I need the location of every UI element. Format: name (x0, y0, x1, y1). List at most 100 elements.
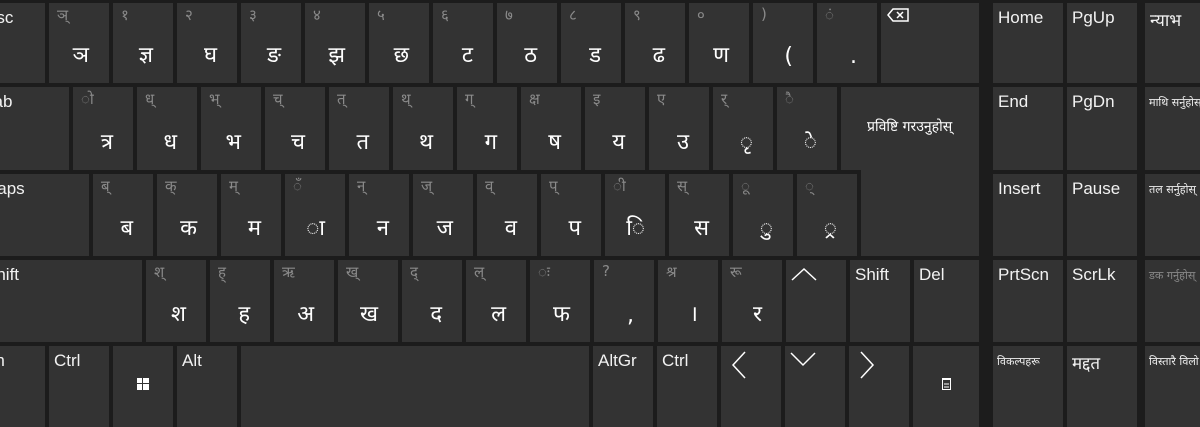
fade_slow-key[interactable]: विस्तारै विलो (1145, 346, 1200, 427)
key-row2-10[interactable]: र्ृ (713, 87, 773, 170)
insert-key[interactable]: Insert (993, 174, 1063, 256)
options-key[interactable]: विकल्पहरू (993, 346, 1063, 427)
move_down-key[interactable]: तल सर्नुहोस् (1145, 174, 1200, 256)
scrlk-key[interactable]: ScrLk (1067, 260, 1137, 342)
key-row3-11[interactable]: ््र (797, 174, 857, 256)
menu-key[interactable] (913, 346, 979, 427)
key-row4-9[interactable]: रू र (722, 260, 782, 342)
key-row3-6[interactable]: व् व (477, 174, 537, 256)
tab-key[interactable]: Tab (0, 87, 69, 170)
key-row1-10[interactable]: ०ण (689, 3, 749, 83)
key-row2-8[interactable]: इय (585, 87, 645, 170)
character: ण (713, 43, 729, 68)
character: च (291, 130, 305, 155)
key-row4-7[interactable]: ?, (594, 260, 654, 342)
key-row4-8[interactable]: श्र । (658, 260, 718, 342)
altgr-key[interactable]: AltGr (593, 346, 653, 427)
shift-character: ८ (569, 6, 577, 24)
arrow-left-key[interactable] (721, 346, 781, 427)
key-row1-2[interactable]: २घ (177, 3, 237, 83)
pgup-key[interactable]: PgUp (1067, 3, 1137, 83)
key-row2-9[interactable]: एउ (649, 87, 709, 170)
space-key[interactable] (241, 346, 589, 427)
dock-key[interactable]: डक गर्नुहोस् (1145, 260, 1200, 342)
key-row1-8[interactable]: ८ड (561, 3, 621, 83)
key-row4-4[interactable]: द् द (402, 260, 462, 342)
enter-key-lower[interactable] (861, 168, 979, 256)
shift-character: ू (741, 177, 750, 195)
key-row3-1[interactable]: क् क (157, 174, 217, 256)
caps-key[interactable]: Caps (0, 174, 89, 256)
shift-character: रू (730, 263, 742, 281)
key-row3-9[interactable]: स् स (669, 174, 729, 256)
fade-key[interactable]: न्याभ (1145, 3, 1200, 83)
key-row3-3[interactable]: ँा (285, 174, 345, 256)
key-row2-7[interactable]: क्ष ष (521, 87, 581, 170)
character: , (627, 303, 634, 328)
move_up-key[interactable]: माथि सर्नुहोस् (1145, 87, 1200, 170)
key-row2-4[interactable]: त् त (329, 87, 389, 170)
key-row1-1[interactable]: १ ज्ञ (113, 3, 173, 83)
shift-character: ऋ (282, 263, 295, 281)
key-row3-2[interactable]: म् म (221, 174, 281, 256)
key-row1-12[interactable]: ं. (817, 3, 877, 83)
arrow-right-key[interactable] (849, 346, 909, 427)
key-row4-1[interactable]: ह् ह (210, 260, 270, 342)
key-row1-0[interactable]: ञ् ञ (49, 3, 109, 83)
shift-character: इ (593, 90, 601, 108)
key-row4-2[interactable]: ऋअ (274, 260, 334, 342)
key-row1-6[interactable]: ६ट (433, 3, 493, 83)
alt-key-label: Alt (182, 351, 202, 370)
key-row3-10[interactable]: ूु (733, 174, 793, 256)
key-row2-1[interactable]: ध् ध (137, 87, 197, 170)
key-row2-5[interactable]: थ् थ (393, 87, 453, 170)
fn-key[interactable]: Fn (0, 346, 45, 427)
character: ज (436, 216, 453, 241)
key-row3-8[interactable]: ीि (605, 174, 665, 256)
key-row3-0[interactable]: ब् ब (93, 174, 153, 256)
key-row4-6[interactable]: ः फ (530, 260, 590, 342)
arrow-down-key[interactable] (785, 346, 845, 427)
key-row1-7[interactable]: ७ठ (497, 3, 557, 83)
alt-key[interactable]: Alt (177, 346, 237, 427)
esc-key[interactable]: Esc (0, 3, 45, 83)
key-row2-2[interactable]: भ् भ (201, 87, 261, 170)
key-row1-11[interactable]: )( (753, 3, 813, 83)
key-row1-9[interactable]: ९ढ (625, 3, 685, 83)
key-row3-5[interactable]: ज् ज (413, 174, 473, 256)
key-row2-11[interactable]: ैे (777, 87, 837, 170)
character: ृ (739, 130, 753, 155)
ctrl-left-key[interactable]: Ctrl (49, 346, 109, 427)
shift-left-key[interactable]: Shift (0, 260, 142, 342)
key-row4-5[interactable]: ल् ल (466, 260, 526, 342)
enter-key[interactable]: प्रविष्टि गरउनुहोस् (841, 87, 979, 170)
key-row1-5[interactable]: ५छ (369, 3, 429, 83)
windows-key[interactable] (113, 346, 173, 427)
key-row2-0[interactable]: ो त्र (73, 87, 133, 170)
character: य (612, 130, 625, 155)
ctrl-right-key[interactable]: Ctrl (657, 346, 717, 427)
key-row1-4[interactable]: ४झ (305, 3, 365, 83)
shift-right-key[interactable]: Shift (850, 260, 910, 342)
key-row4-3[interactable]: ख् ख (338, 260, 398, 342)
backspace-key[interactable] (881, 3, 979, 83)
arrow-up-key[interactable] (786, 260, 846, 342)
key-row1-3[interactable]: ३ङ (241, 3, 301, 83)
shift-character: ० (697, 6, 705, 24)
home-key[interactable]: Home (993, 3, 1063, 83)
end-key[interactable]: End (993, 87, 1063, 170)
key-row3-4[interactable]: न् न (349, 174, 409, 256)
caps-key-label: Caps (0, 179, 25, 198)
del-key-label: Del (919, 265, 945, 284)
pgdn-key[interactable]: PgDn (1067, 87, 1137, 170)
key-row4-0[interactable]: श् श (146, 260, 206, 342)
key-row2-3[interactable]: च् च (265, 87, 325, 170)
del-key[interactable]: Del (914, 260, 979, 342)
key-row3-7[interactable]: प् प (541, 174, 601, 256)
backspace-icon (887, 8, 909, 22)
shift-character: स् (677, 177, 688, 195)
prtscn-key[interactable]: PrtScn (993, 260, 1063, 342)
help-key[interactable]: मद्दत (1067, 346, 1137, 427)
pause-key[interactable]: Pause (1067, 174, 1137, 256)
key-row2-6[interactable]: ग् ग (457, 87, 517, 170)
